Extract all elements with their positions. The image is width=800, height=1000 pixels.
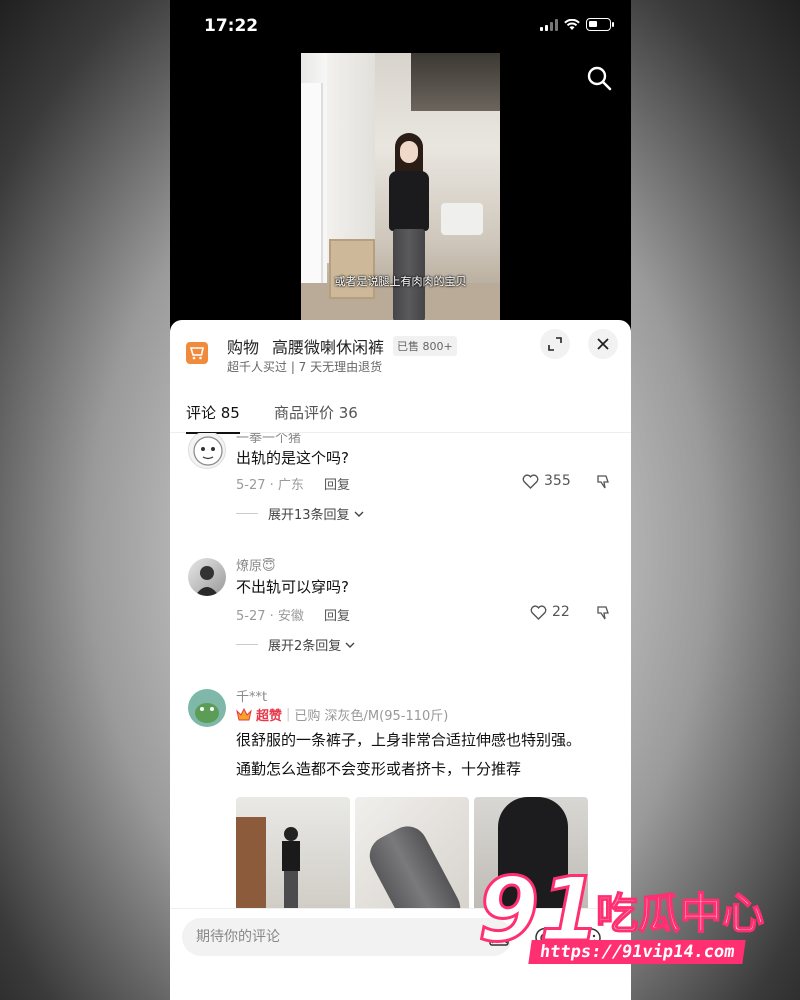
search-icon — [587, 66, 612, 91]
chevron-down-icon — [345, 642, 355, 648]
review-image[interactable] — [355, 797, 469, 908]
comment-username[interactable]: 燎原😇 — [236, 555, 276, 574]
expand-replies-label: 展开13条回复 — [268, 508, 350, 523]
video-model — [385, 133, 433, 321]
comment-list: 一拳一个猪 出轨的是这个吗? 5-27 · 广东 回复 355 展开13条回复 … — [170, 433, 631, 908]
dislike-button[interactable] — [595, 605, 611, 625]
thumbs-down-icon — [597, 606, 609, 620]
status-time: 17:22 — [204, 16, 259, 36]
watermark-brand: 吃瓜中心 — [595, 888, 765, 939]
comment-text: 出轨的是这个吗? — [236, 449, 349, 467]
review-image[interactable] — [236, 797, 350, 908]
product-category[interactable]: 购物 — [227, 334, 259, 358]
heart-icon — [530, 604, 547, 620]
comment-text: 不出轨可以穿吗? — [236, 578, 349, 596]
review-text-line: 很舒服的一条裤子，上身非常合适拉伸感也特别强。 — [236, 731, 582, 749]
comment-username[interactable]: 一拳一个猪 — [236, 433, 301, 446]
sold-count-badge: 已售 800+ — [393, 336, 457, 356]
status-bar: 17:22 — [170, 0, 631, 52]
watermark-logo: 91 吃瓜中心 https://91vip14.com — [476, 857, 778, 978]
video-table — [441, 203, 483, 235]
like-count: 22 — [552, 604, 570, 620]
dislike-button[interactable] — [595, 474, 611, 494]
status-icons — [540, 18, 614, 31]
review-username[interactable]: 千**t — [236, 686, 267, 705]
divider-line — [236, 644, 258, 645]
signal-icon — [540, 18, 558, 31]
image-person-pants — [284, 871, 298, 908]
chevron-down-icon — [354, 511, 364, 517]
video-loft — [411, 53, 500, 111]
tab-comments[interactable]: 评论 85 — [186, 402, 240, 434]
video-window — [301, 83, 323, 283]
image-door — [236, 817, 266, 908]
phone-screen: 17:22 或者是说腿上有肉肉的宝贝 购物 高腰微喇休闲裤 已售 800+ 超千… — [170, 0, 631, 1000]
model-top — [389, 171, 429, 231]
like-button[interactable]: 355 — [522, 473, 571, 489]
heart-icon — [522, 473, 539, 489]
expand-replies-label: 展开2条回复 — [268, 639, 342, 654]
tab-product-reviews[interactable]: 商品评价 36 — [274, 402, 358, 423]
review-badge-row: 超赞 | 已购 深灰色/M(95-110斤) — [236, 705, 448, 724]
like-button[interactable]: 22 — [530, 604, 570, 620]
comment-date-location: 5-27 · 安徽 — [236, 609, 304, 624]
separator: | — [286, 707, 291, 722]
avatar[interactable] — [188, 558, 226, 596]
battery-icon — [586, 18, 614, 31]
crown-icon — [236, 707, 252, 720]
video-pillar — [327, 53, 375, 263]
shopping-cart-icon — [186, 342, 208, 364]
expand-icon — [548, 337, 562, 351]
thumbs-down-icon — [597, 475, 609, 489]
expand-button[interactable] — [540, 329, 570, 359]
close-button[interactable] — [588, 329, 618, 359]
comment-tabs: 评论 85 商品评价 36 — [170, 390, 631, 434]
reply-button[interactable]: 回复 — [324, 605, 350, 624]
video-caption: 或者是说腿上有肉肉的宝贝 — [334, 275, 467, 288]
super-praise-badge: 超赞 — [256, 709, 283, 724]
close-icon — [597, 338, 609, 350]
reply-button[interactable]: 回复 — [324, 474, 350, 493]
search-button[interactable] — [583, 62, 615, 94]
wifi-icon — [564, 18, 580, 30]
image-person-top — [282, 841, 300, 871]
video-player[interactable]: 或者是说腿上有肉肉的宝贝 — [301, 53, 500, 321]
product-name[interactable]: 高腰微喇休闲裤 — [272, 334, 384, 358]
watermark-url: https://91vip14.com — [528, 940, 747, 964]
purchase-info: 已购 深灰色/M(95-110斤) — [294, 709, 449, 724]
avatar[interactable] — [188, 689, 226, 727]
product-subtitle: 超千人买过 | 7 天无理由退货 — [227, 360, 383, 374]
expand-replies-button[interactable]: 展开2条回复 — [236, 635, 356, 654]
image-pants-detail — [362, 819, 468, 908]
image-person-head — [284, 827, 298, 841]
expand-replies-button[interactable]: 展开13条回复 — [236, 504, 365, 523]
like-count: 355 — [544, 473, 571, 489]
divider-line — [236, 513, 258, 514]
comment-date-location: 5-27 · 广东 — [236, 478, 304, 493]
review-text-line: 通勤怎么造都不会变形或者挤卡，十分推荐 — [236, 760, 522, 778]
video-shelf — [329, 239, 375, 299]
avatar[interactable] — [188, 433, 226, 469]
comment-input[interactable]: 期待你的评论 — [182, 918, 512, 956]
model-face — [400, 141, 418, 163]
